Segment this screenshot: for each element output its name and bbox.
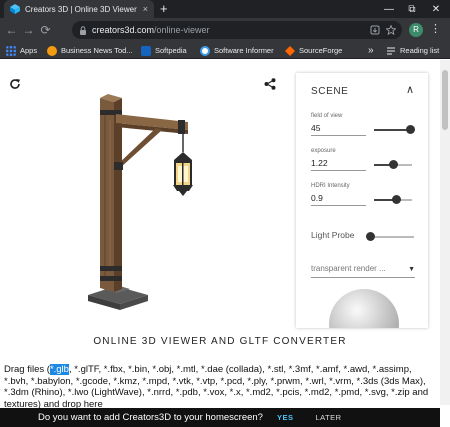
drag-prefix: Drag files ( — [4, 364, 50, 375]
bookmark-label: Business News Tod... — [61, 46, 133, 55]
refresh-icon[interactable] — [9, 78, 21, 90]
address-bar[interactable]: creators3d.com/online-viewer — [72, 21, 402, 39]
window-close-icon[interactable]: ✕ — [427, 0, 445, 18]
minimize-icon[interactable]: — — [380, 0, 398, 18]
drag-highlight: *.glb — [49, 364, 69, 375]
street-lamp-model — [88, 94, 193, 310]
bookmark-softpedia[interactable]: Softpedia — [141, 42, 187, 59]
profile-avatar[interactable]: R — [409, 23, 423, 37]
creators3d-favicon-icon — [10, 4, 20, 14]
page-heading: ONLINE 3D VIEWER AND GLTF CONVERTER — [93, 336, 347, 347]
drag-files-text: Drag files (*.glb, *.glTF, *.fbx, *.bin,… — [4, 364, 436, 410]
share-icon[interactable] — [264, 78, 276, 90]
bookmark-reading-list[interactable]: Reading list — [386, 42, 439, 59]
scene-panel: SCENE ∧ field of view 45 exposure 1.22 H… — [296, 73, 428, 328]
tab-title: Creators 3D | Online 3D Viewer — [25, 4, 137, 14]
bookmark-label: Softpedia — [155, 46, 187, 55]
slider-thumb[interactable] — [405, 125, 415, 134]
reading-list-icon — [387, 47, 395, 54]
install-prompt-bar: Do you want to add Creators3D to your ho… — [0, 408, 440, 427]
fov-slider[interactable] — [374, 125, 415, 135]
slider-thumb[interactable] — [392, 195, 402, 204]
light-probe-label: Light Probe — [311, 230, 355, 240]
hdri-label: HDRI Intensity — [311, 183, 350, 189]
bookmark-label: Software Informer — [214, 46, 274, 55]
forward-button[interactable]: → — [20, 18, 37, 42]
fov-input[interactable]: 45 — [311, 122, 366, 136]
exposure-input[interactable]: 1.22 — [311, 157, 366, 171]
software-informer-icon — [200, 45, 210, 56]
slider-thumb[interactable] — [388, 160, 398, 169]
bookmark-star-icon[interactable] — [386, 25, 396, 35]
page-content: SCENE ∧ field of view 45 exposure 1.22 H… — [0, 60, 450, 427]
browser-menu-icon[interactable]: ⋮ — [430, 22, 441, 35]
bookmark-label: SourceForge — [299, 46, 343, 55]
tab-strip: Creators 3D | Online 3D Viewer × + — ⧉ ✕ — [0, 0, 450, 18]
apps-icon — [6, 45, 16, 56]
environment-preview-sphere — [329, 289, 399, 328]
browser-window: Creators 3D | Online 3D Viewer × + — ⧉ ✕… — [0, 0, 450, 427]
bookmark-business-news[interactable]: Business News Tod... — [47, 42, 133, 59]
exposure-label: exposure — [311, 148, 336, 154]
scene-panel-title: SCENE — [311, 86, 349, 97]
url-host: creators3d.com — [92, 25, 155, 35]
bookmarks-overflow-button[interactable]: » — [368, 42, 374, 59]
dropdown-caret-icon: ▼ — [408, 266, 415, 273]
bookmark-label: Apps — [20, 46, 38, 55]
3d-viewport[interactable] — [0, 60, 295, 328]
bookmark-software-informer[interactable]: Software Informer — [200, 42, 274, 59]
url-path: /online-viewer — [154, 25, 210, 35]
bookmarks-bar: Apps Business News Tod... Softpedia Soft… — [0, 42, 450, 59]
install-yes-button[interactable]: YES — [277, 413, 294, 422]
browser-toolbar: ← → ⟳ creators3d.com/online-viewer R ⋮ — [0, 18, 450, 42]
restore-icon[interactable]: ⧉ — [403, 0, 421, 18]
bookmark-label: Reading list — [400, 46, 440, 55]
more-icon: » — [368, 45, 374, 56]
install-prompt-text: Do you want to add Creators3D to your ho… — [38, 412, 263, 423]
tab-creators3d[interactable]: Creators 3D | Online 3D Viewer × — [4, 0, 154, 18]
hdri-input[interactable]: 0.9 — [311, 192, 366, 206]
render-mode-value: transparent render ... — [311, 264, 386, 273]
render-mode-select[interactable]: transparent render ... ▼ — [311, 264, 415, 278]
collapse-chevron-icon[interactable]: ∧ — [406, 83, 414, 96]
bookmark-sourceforge[interactable]: SourceForge — [285, 42, 342, 59]
exposure-slider[interactable] — [374, 160, 412, 170]
lock-icon — [80, 25, 86, 35]
scrollbar-thumb[interactable] — [442, 70, 448, 130]
softpedia-icon — [141, 45, 151, 56]
slider-fill — [374, 129, 411, 131]
slider-thumb[interactable] — [365, 232, 375, 241]
reload-button[interactable]: ⟳ — [37, 18, 54, 42]
back-button[interactable]: ← — [3, 18, 20, 42]
light-probe-slider[interactable] — [365, 232, 414, 242]
bookmark-apps[interactable]: Apps — [6, 42, 37, 59]
new-tab-button[interactable]: + — [160, 1, 168, 17]
tab-close-icon[interactable]: × — [143, 4, 148, 14]
install-later-button[interactable]: LATER — [315, 413, 341, 422]
slider-track — [370, 236, 414, 238]
sourceforge-icon — [285, 45, 295, 56]
hdri-slider[interactable] — [374, 195, 412, 205]
fov-label: field of view — [311, 113, 343, 119]
bsn-icon — [47, 45, 57, 56]
install-app-icon[interactable] — [370, 25, 380, 35]
